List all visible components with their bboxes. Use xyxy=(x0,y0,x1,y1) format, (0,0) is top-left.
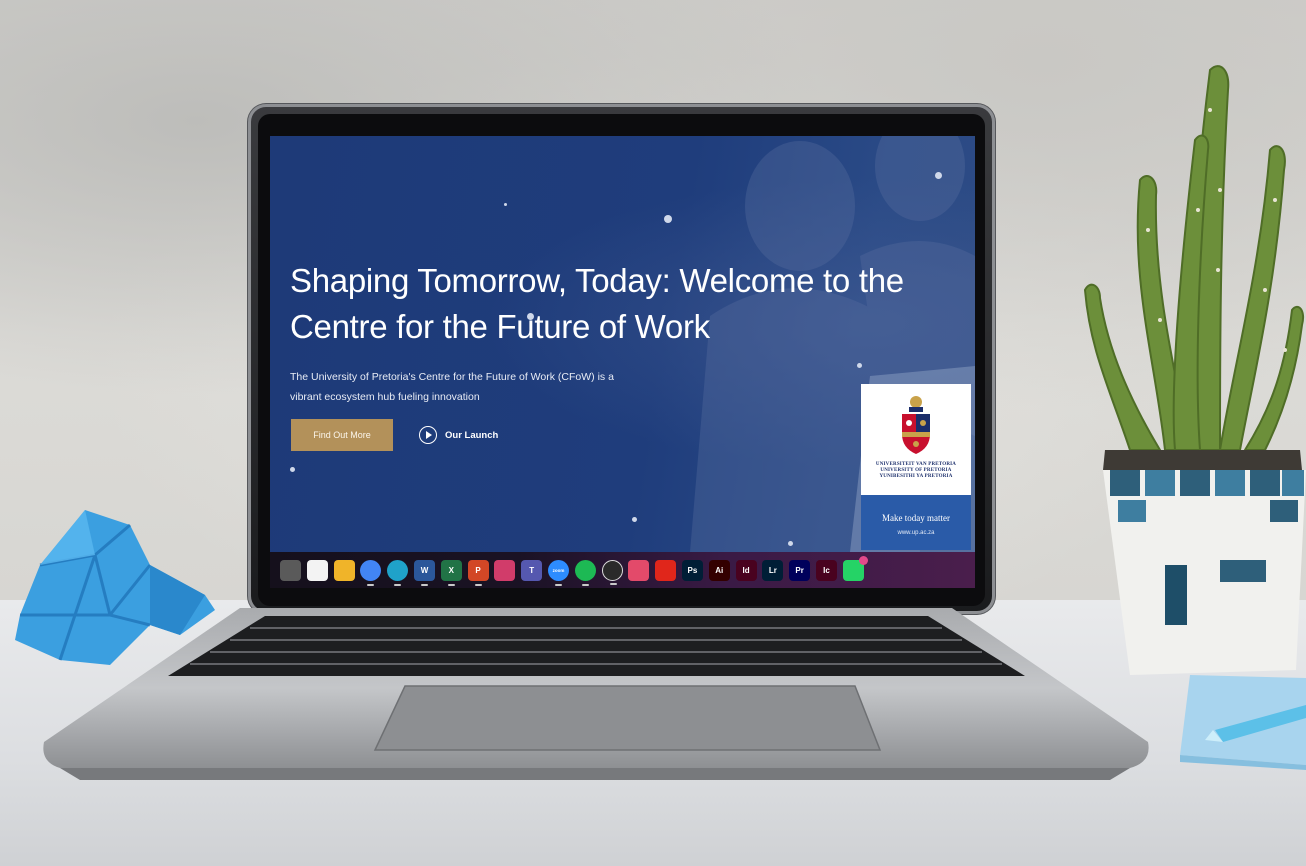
lightroom-icon[interactable]: Lr xyxy=(762,559,784,581)
university-name-sepedi: YUNIBESITHI YA PRETORIA xyxy=(879,474,953,479)
laptop-keyboard-base xyxy=(43,608,1149,780)
store-icon[interactable] xyxy=(306,559,328,581)
network-dot xyxy=(664,215,672,223)
university-names: UNIVERSITEIT VAN PRETORIA UNIVERSITY OF … xyxy=(861,462,971,480)
chrome-icon[interactable] xyxy=(360,559,382,586)
network-dot xyxy=(935,172,942,179)
whatsapp-icon[interactable] xyxy=(842,555,868,581)
windows-taskbar: W X P Tzoom Ps Ai Id Lr Pr Ic xyxy=(270,552,975,588)
acrobat-icon[interactable] xyxy=(655,559,677,581)
logo-tagline: Make today matter xyxy=(882,513,950,523)
network-dot xyxy=(788,541,793,546)
task-view-icon[interactable] xyxy=(280,559,301,581)
powerpoint-icon[interactable]: P xyxy=(467,559,489,586)
university-logo-card: UNIVERSITEIT VAN PRETORIA UNIVERSITY OF … xyxy=(861,384,971,550)
creative-cloud-icon[interactable] xyxy=(628,559,650,581)
network-dot xyxy=(857,363,862,368)
sticky-notes-and-pen xyxy=(1180,675,1306,770)
illustrator-icon[interactable]: Ai xyxy=(708,559,730,581)
notification-badge xyxy=(858,555,868,565)
incopy-icon[interactable]: Ic xyxy=(815,559,837,581)
teams-icon[interactable]: T xyxy=(521,559,543,581)
media-player-icon[interactable] xyxy=(601,559,623,585)
our-launch-button[interactable]: Our Launch xyxy=(419,424,498,446)
network-dot xyxy=(504,203,507,206)
hero-title: Shaping Tomorrow, Today: Welcome to the … xyxy=(290,262,904,345)
cactus-plant-pot xyxy=(1083,65,1306,675)
play-icon xyxy=(419,426,437,444)
word-icon[interactable]: W xyxy=(413,559,435,586)
network-dot xyxy=(290,467,295,472)
indesign-icon[interactable]: Id xyxy=(735,559,757,581)
logo-url: www.up.ac.za xyxy=(897,530,935,536)
spotify-icon[interactable] xyxy=(574,559,596,586)
premiere-icon[interactable]: Pr xyxy=(789,559,811,581)
photoshop-icon[interactable]: Ps xyxy=(681,559,703,581)
our-launch-label: Our Launch xyxy=(445,429,499,441)
university-crest-icon xyxy=(902,396,930,454)
file-explorer-icon[interactable] xyxy=(333,559,355,581)
zoom-icon[interactable]: zoom xyxy=(547,559,569,586)
network-dot xyxy=(632,517,637,522)
excel-icon[interactable]: X xyxy=(440,559,462,586)
snipping-tool-icon[interactable] xyxy=(494,559,516,581)
hero-subtitle: The University of Pretoria's Centre for … xyxy=(290,371,614,403)
find-out-more-button[interactable]: Find Out More xyxy=(291,419,393,451)
edge-icon[interactable] xyxy=(387,559,409,586)
